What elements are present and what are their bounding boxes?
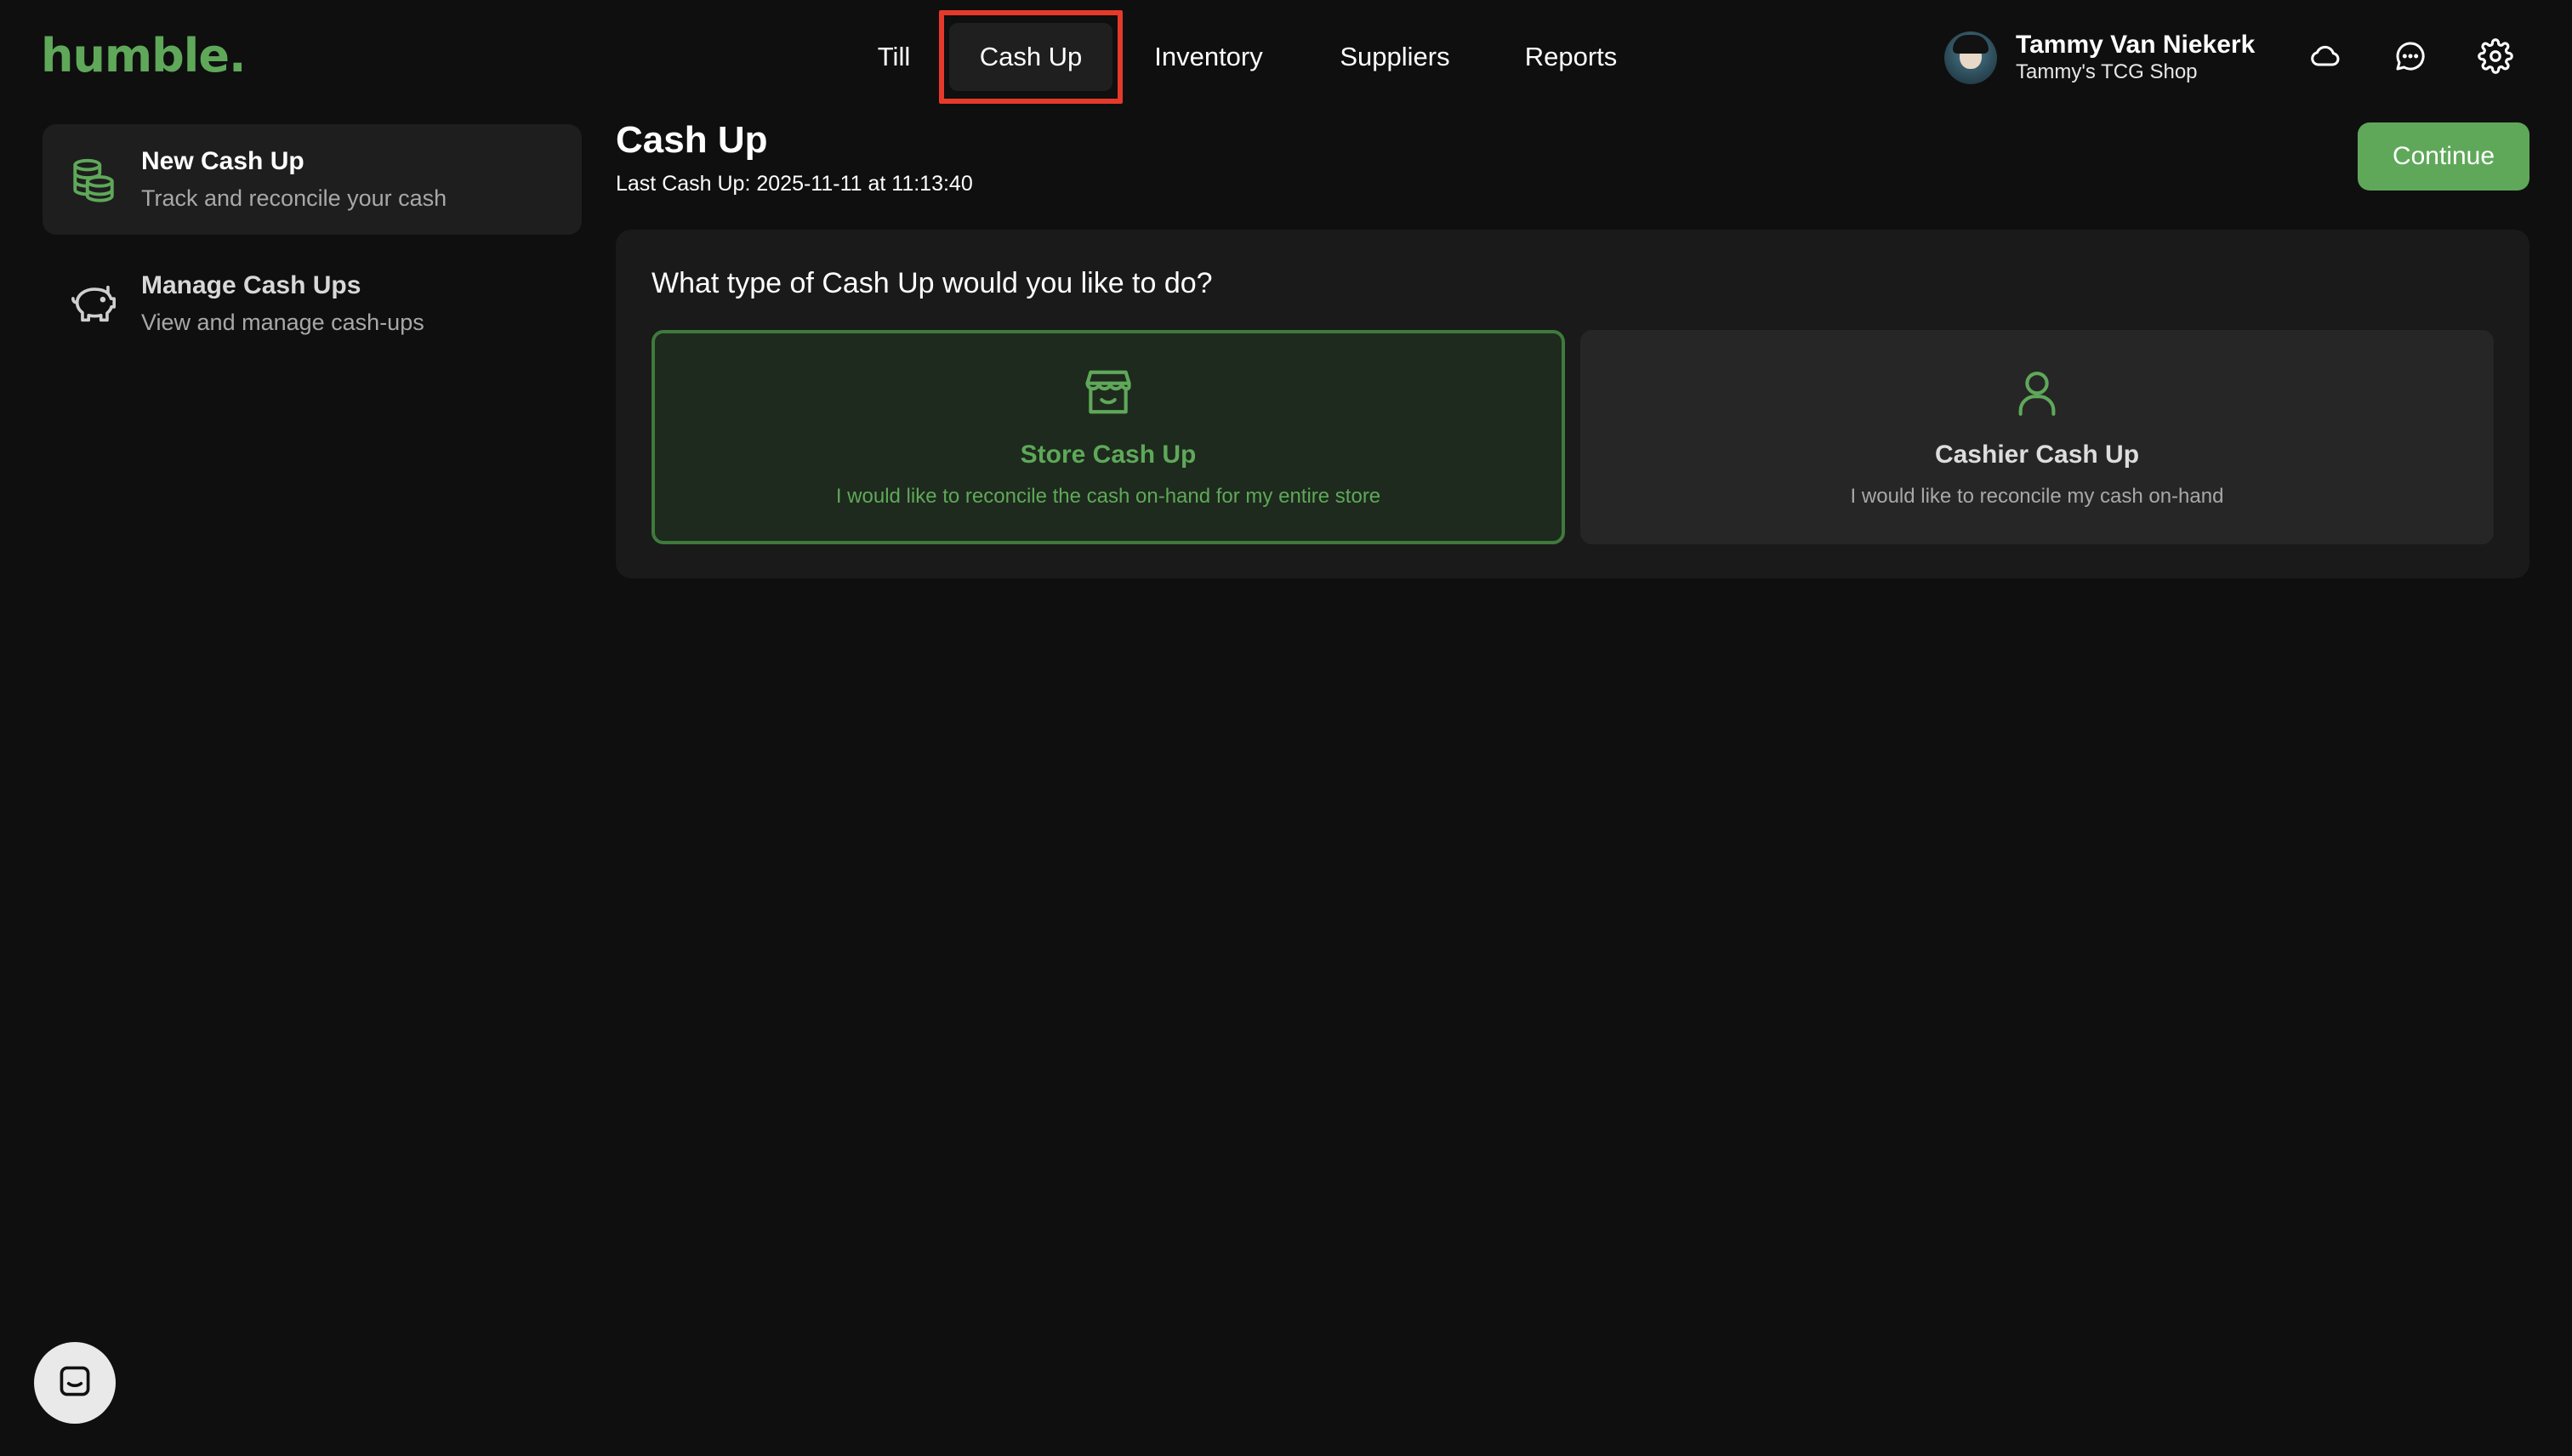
sidebar-item-subtitle: Track and reconcile your cash [141,185,447,211]
nav-tab-label: Cash Up [948,23,1113,91]
support-chat-launcher[interactable] [34,1342,116,1424]
person-icon [2009,364,2065,420]
nav-tab-label: Till [877,42,911,71]
user-name: Tammy Van Niekerk [2016,31,2256,59]
store-icon [1080,364,1136,420]
sidebar-item-manage-cash-ups[interactable]: Manage Cash Ups View and manage cash-ups [43,248,582,359]
last-cash-up-timestamp: Last Cash Up: 2025-11-11 at 11:13:40 [616,172,973,196]
user-shop-name: Tammy's TCG Shop [2016,60,2198,83]
option-store-cash-up[interactable]: Store Cash Up I would like to reconcile … [652,330,1565,544]
option-subtitle: I would like to reconcile my cash on-han… [1850,485,2224,508]
user-profile[interactable]: Tammy Van Niekerk Tammy's TCG Shop [1944,31,2255,85]
nav-tab-cash-up[interactable]: Cash Up [944,10,1118,104]
continue-button[interactable]: Continue [2358,122,2529,191]
sidebar-item-title: New Cash Up [141,147,304,175]
nav-tab-label: Suppliers [1340,42,1450,71]
nav-tab-suppliers[interactable]: Suppliers [1332,10,1458,104]
sidebar-item-title: Manage Cash Ups [141,271,361,299]
cash-up-type-panel: What type of Cash Up would you like to d… [616,230,2529,578]
option-subtitle: I would like to reconcile the cash on-ha… [835,485,1381,508]
cash-up-type-question: What type of Cash Up would you like to d… [652,267,1213,299]
sidebar-item-subtitle: View and manage cash-ups [141,310,424,335]
nav-tab-inventory[interactable]: Inventory [1145,10,1272,104]
nav-tab-label: Inventory [1154,42,1263,71]
piggy-bank-icon [66,276,121,331]
nav-tab-reports[interactable]: Reports [1517,10,1625,104]
nav-tab-till[interactable]: Till [862,10,925,104]
avatar [1944,31,1997,84]
option-title: Store Cash Up [1020,441,1197,469]
option-title: Cashier Cash Up [1934,441,2140,469]
page-title: Cash Up [616,119,768,161]
chat-icon[interactable] [2390,36,2431,77]
app-window: humble. Till Cash Up Inventory Suppliers… [0,0,2572,1456]
sidebar-item-new-cash-up[interactable]: New Cash Up Track and reconcile your cas… [43,124,582,235]
support-chat-icon [56,1362,94,1404]
nav-tab-label: Reports [1524,42,1618,71]
settings-gear-icon[interactable] [2475,36,2516,77]
cash-stack-icon [66,152,121,207]
option-cashier-cash-up[interactable]: Cashier Cash Up I would like to reconcil… [1580,330,2494,544]
cloud-icon[interactable] [2305,36,2346,77]
